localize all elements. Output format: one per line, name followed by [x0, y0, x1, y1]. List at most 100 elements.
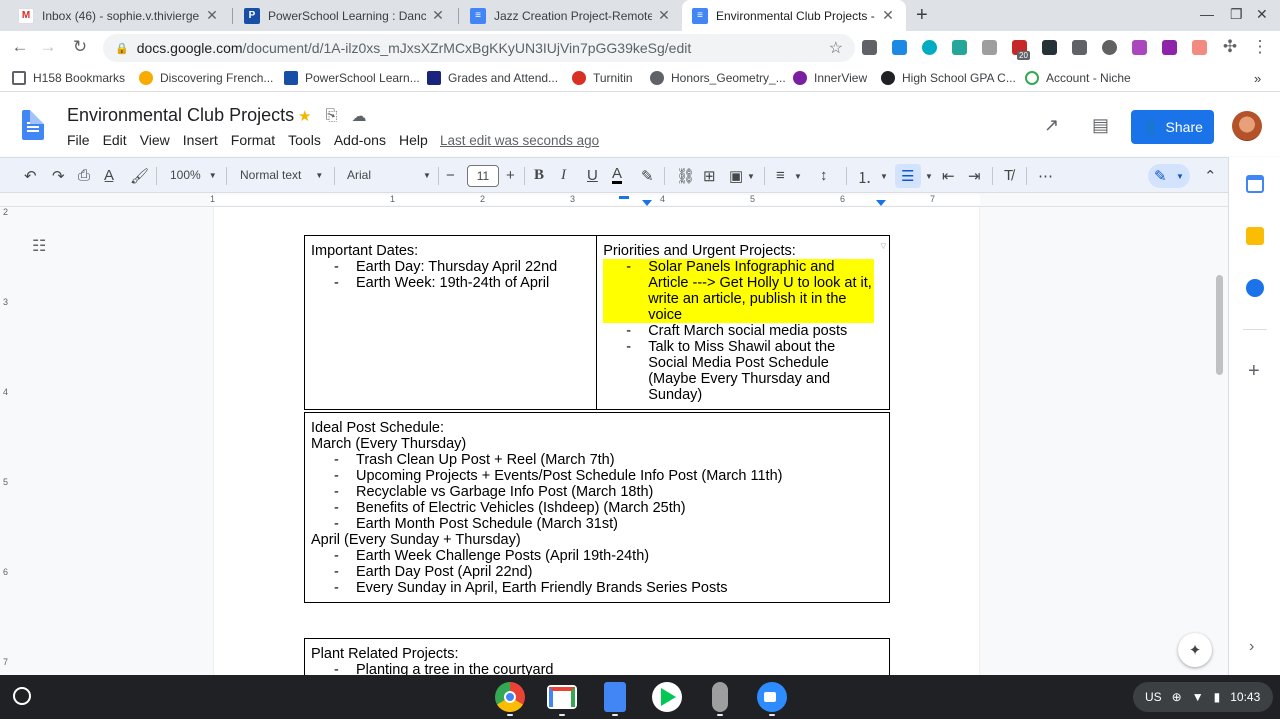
chevron-down-icon[interactable]: ▼ [925, 172, 933, 181]
zoom-app-icon[interactable] [757, 682, 787, 712]
tasks-icon[interactable] [1246, 279, 1264, 297]
star-icon[interactable]: ★ [298, 107, 311, 125]
chevron-down-icon[interactable]: ▼ [747, 172, 755, 181]
line-spacing-icon[interactable]: ↕ [820, 167, 828, 184]
add-ons-plus-icon[interactable]: + [1248, 360, 1260, 383]
important-dates-cell[interactable]: Important Dates: - Earth Day: Thursday Ap… [303, 235, 598, 410]
extension-cloud-icon[interactable] [952, 40, 967, 55]
forward-icon[interactable]: → [38, 37, 58, 57]
cell-menu-chevron-icon[interactable]: ▽ [881, 239, 886, 255]
extension-tw-icon[interactable] [1132, 40, 1147, 55]
explore-icon[interactable]: ✦ [1178, 633, 1212, 667]
reload-icon[interactable]: ↻ [70, 37, 90, 57]
bookmark-item[interactable]: High School GPA C... [881, 71, 1016, 85]
tab-gmail[interactable]: M Inbox (46) - sophie.v.thivierge@s ✕ [8, 0, 230, 31]
docs-app-icon[interactable] [604, 682, 626, 712]
more-options-icon[interactable]: ⋯ [1038, 167, 1053, 185]
align-icon[interactable]: ≡ [776, 167, 785, 184]
chevron-down-icon[interactable]: ▼ [794, 172, 802, 181]
comments-icon[interactable]: ▤ [1092, 115, 1109, 136]
show-side-panel-chevron-icon[interactable]: › [1249, 638, 1254, 656]
menu-help[interactable]: Help [399, 132, 428, 148]
extension-r-icon[interactable] [862, 40, 877, 55]
menu-view[interactable]: View [140, 132, 170, 148]
bookmark-item[interactable]: Discovering French... [139, 71, 273, 85]
activity-trend-icon[interactable]: ↗ [1044, 115, 1059, 136]
extension-globe-icon[interactable] [922, 40, 937, 55]
menu-edit[interactable]: Edit [103, 132, 127, 148]
close-tab-icon[interactable]: ✕ [880, 7, 896, 24]
back-icon[interactable]: ← [10, 37, 30, 57]
right-indent-marker[interactable] [876, 200, 886, 206]
add-comment-icon[interactable]: ⊞ [703, 167, 716, 185]
highlight-pen-icon[interactable]: ✎ [641, 167, 654, 185]
chrome-app-icon[interactable] [495, 682, 525, 712]
restore-icon[interactable]: ❐ [1230, 6, 1243, 23]
keep-icon[interactable] [1246, 227, 1264, 245]
play-store-icon[interactable] [652, 682, 682, 712]
bulleted-list-icon[interactable]: ☰ [901, 167, 914, 185]
link-icon[interactable]: ⛓ [676, 167, 695, 185]
extension-copy-icon[interactable] [982, 40, 997, 55]
extension-pdf-icon[interactable] [1162, 40, 1177, 55]
increase-font-icon[interactable]: + [506, 167, 515, 184]
bold-icon[interactable]: B [534, 167, 544, 184]
launcher-icon[interactable] [13, 687, 31, 705]
bookmark-item[interactable]: Account - Niche [1025, 71, 1131, 85]
document-page[interactable]: Important Dates: - Earth Day: Thursday Ap… [214, 207, 979, 675]
menu-addons[interactable]: Add-ons [334, 132, 386, 148]
bookmark-item[interactable]: PowerSchool Learn... [284, 71, 420, 85]
underline-icon[interactable]: U [587, 167, 598, 184]
extension-arrow-icon[interactable] [1192, 40, 1207, 55]
bookmark-item[interactable]: Grades and Attend... [427, 71, 558, 85]
first-line-indent-marker[interactable] [619, 196, 629, 199]
chrome-menu-icon[interactable]: ⋮ [1250, 37, 1270, 57]
close-window-icon[interactable]: ✕ [1256, 6, 1268, 23]
document-outline-icon[interactable]: ☷ [32, 236, 46, 256]
extension-lp-icon[interactable] [1102, 40, 1117, 55]
redo-icon[interactable]: ↷ [52, 167, 65, 185]
more-bookmarks-icon[interactable]: » [1254, 71, 1261, 86]
vertical-scrollbar[interactable] [1216, 275, 1223, 375]
spellcheck-icon[interactable]: A̲ [104, 167, 114, 184]
extension-puzzle-dark-icon[interactable] [1042, 40, 1057, 55]
microphone-app-icon[interactable] [712, 682, 728, 712]
priorities-cell[interactable]: Priorities and Urgent Projects: - Solar P… [596, 235, 890, 410]
share-button[interactable]: 👤 Share [1131, 110, 1214, 144]
decrease-indent-icon[interactable]: ⇤ [942, 167, 955, 185]
left-indent-marker[interactable] [642, 200, 652, 206]
address-bar[interactable]: 🔒 docs.google.com/document/d/1A-ilz0xs_m… [103, 34, 855, 62]
plant-projects-cell[interactable]: Plant Related Projects: - Planting a tree… [304, 638, 890, 675]
chevron-down-icon[interactable]: ▼ [880, 172, 888, 181]
text-color-icon[interactable]: A [612, 166, 623, 184]
post-schedule-cell[interactable]: Ideal Post Schedule: March (Every Thursd… [304, 412, 890, 603]
bookmark-item[interactable]: Honors_Geometry_... [650, 71, 786, 85]
cloud-status-icon[interactable]: ☁ [351, 107, 366, 125]
insert-image-icon[interactable]: ▣ [729, 167, 743, 185]
menu-insert[interactable]: Insert [183, 132, 218, 148]
bookmark-star-icon[interactable]: ☆ [829, 38, 843, 58]
paragraph-style-select[interactable]: Normal text ▼ [240, 168, 323, 182]
numbered-list-icon[interactable]: ⒈ [857, 167, 872, 188]
increase-indent-icon[interactable]: ⇥ [968, 167, 981, 185]
clear-formatting-icon[interactable]: T̸ [1004, 167, 1013, 184]
undo-icon[interactable]: ↶ [24, 167, 37, 185]
tab-environmental-doc[interactable]: ≡ Environmental Club Projects - Go ✕ [682, 0, 906, 31]
extensions-puzzle-icon[interactable]: ✣ [1220, 37, 1240, 57]
tab-jazz-doc[interactable]: ≡ Jazz Creation Project-Remote - G ✕ [460, 0, 682, 31]
extension-square-icon[interactable] [1072, 40, 1087, 55]
zoom-select[interactable]: 100% ▼ [170, 168, 217, 182]
tab-powerschool[interactable]: P PowerSchool Learning : Dance 1 ✕ [234, 0, 456, 31]
close-tab-icon[interactable]: ✕ [656, 7, 672, 24]
status-tray[interactable]: US ⊕ ▼ ▮ 10:43 [1133, 682, 1273, 712]
font-size-input[interactable]: 11 [467, 165, 499, 187]
paint-format-icon[interactable]: 🖌 [130, 167, 149, 185]
close-tab-icon[interactable]: ✕ [204, 7, 220, 24]
minimize-icon[interactable]: — [1200, 6, 1214, 22]
avatar[interactable] [1232, 111, 1262, 141]
collapse-menu-icon[interactable]: ⌃ [1204, 167, 1217, 185]
bookmark-folder[interactable]: H158 Bookmarks [12, 71, 125, 85]
move-folder-icon[interactable]: ⎘ [325, 107, 337, 125]
menu-file[interactable]: File [67, 132, 90, 148]
bookmark-item[interactable]: InnerView [793, 71, 867, 85]
